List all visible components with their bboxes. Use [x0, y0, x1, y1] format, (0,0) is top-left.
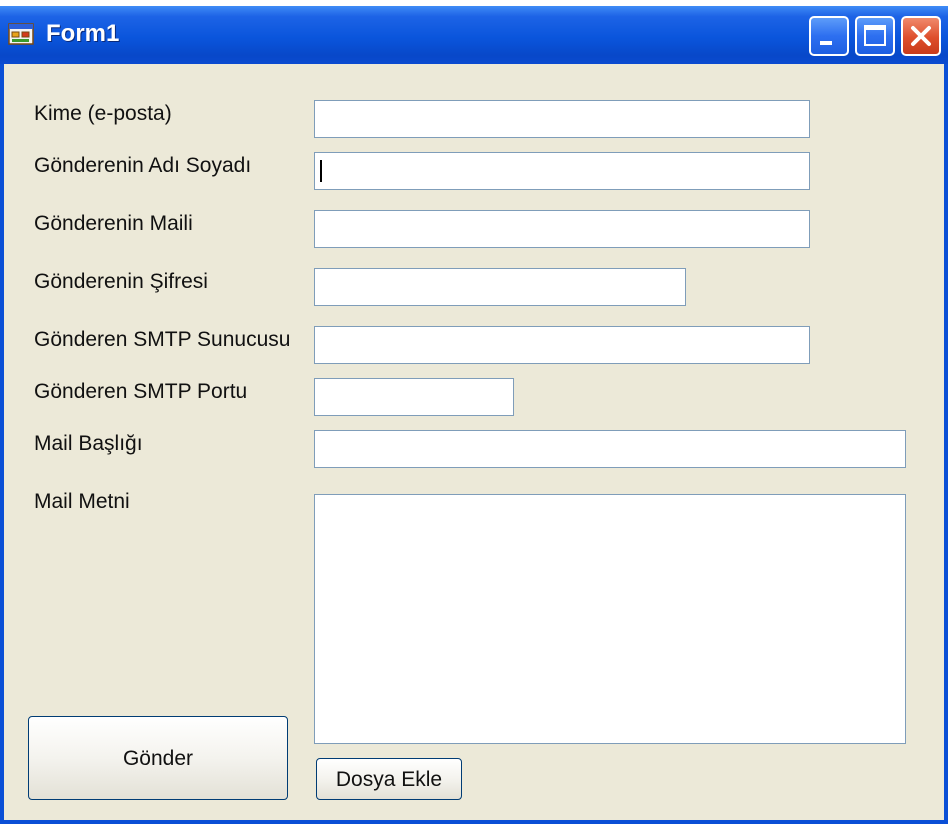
sender-email-input[interactable] — [314, 210, 810, 248]
text-caret — [320, 160, 322, 182]
close-button[interactable] — [901, 16, 941, 56]
label-sender-name: Gönderenin Adı Soyadı — [34, 154, 252, 177]
label-smtp-server: Gönderen SMTP Sunucusu — [34, 328, 291, 351]
sender-name-input-wrapper — [314, 152, 810, 190]
smtp-port-input[interactable] — [314, 378, 514, 416]
maximize-button[interactable] — [855, 16, 895, 56]
maximize-icon — [864, 25, 886, 46]
minimize-button[interactable] — [809, 16, 849, 56]
label-mail-body: Mail Metni — [34, 490, 130, 513]
sender-password-input[interactable] — [314, 268, 686, 306]
form-client-area: Kime (e-posta) Gönderenin Adı Soyadı Gön… — [4, 64, 944, 820]
attach-file-button[interactable]: Dosya Ekle — [316, 758, 462, 800]
form1-window: Form1 Kime (e-posta) Gönderenin Adı Soya… — [0, 6, 948, 824]
sender-name-input[interactable] — [314, 152, 810, 190]
mail-body-textarea[interactable] — [314, 494, 906, 744]
label-mail-subject: Mail Başlığı — [34, 432, 143, 455]
label-recipient-email: Kime (e-posta) — [34, 102, 172, 125]
label-sender-email: Gönderenin Maili — [34, 212, 193, 235]
title-bar[interactable]: Form1 — [0, 6, 948, 64]
mail-subject-input[interactable] — [314, 430, 906, 468]
form-app-icon[interactable] — [8, 22, 34, 46]
window-title: Form1 — [46, 20, 120, 47]
label-smtp-port: Gönderen SMTP Portu — [34, 380, 248, 403]
send-button[interactable]: Gönder — [28, 716, 288, 800]
label-sender-password: Gönderenin Şifresi — [34, 270, 208, 293]
close-icon — [911, 26, 931, 46]
minimize-icon — [820, 41, 832, 45]
recipient-email-input[interactable] — [314, 100, 810, 138]
smtp-server-input[interactable] — [314, 326, 810, 364]
